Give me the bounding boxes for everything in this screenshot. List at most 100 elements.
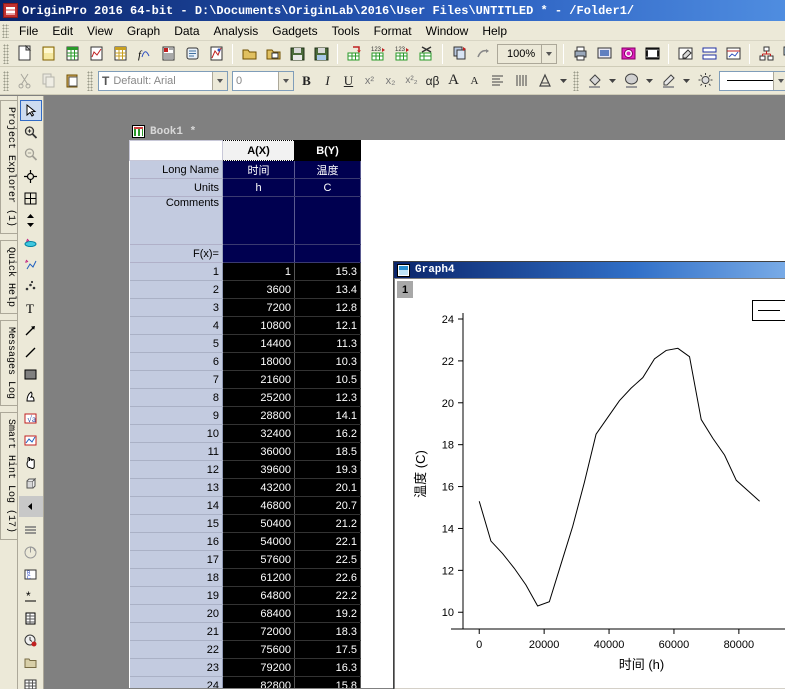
new-excel-icon[interactable]: [205, 43, 227, 65]
chevron-down-icon[interactable]: [644, 70, 655, 92]
asterisk-tool-icon[interactable]: *: [20, 586, 42, 607]
cell-b[interactable]: 22.2: [294, 586, 361, 605]
arrow-tool-icon[interactable]: [20, 320, 42, 341]
zoom-in-tool-icon[interactable]: [20, 122, 42, 143]
row-number[interactable]: 10: [129, 424, 223, 443]
cell-b[interactable]: 19.3: [294, 460, 361, 479]
row-number[interactable]: 7: [129, 370, 223, 389]
row-number[interactable]: 23: [129, 658, 223, 677]
table-row[interactable]: 9 28800 14.1: [129, 406, 361, 425]
zoom-in-icon[interactable]: [779, 43, 785, 65]
regional-mask-tool-icon[interactable]: [20, 276, 42, 297]
cell-a[interactable]: 36000: [222, 442, 295, 461]
super-subscript-button[interactable]: x²₂: [401, 70, 422, 91]
table-row[interactable]: 16 54000 22.1: [129, 532, 361, 551]
cell-a[interactable]: 7200: [222, 298, 295, 317]
table-row[interactable]: 19 64800 22.2: [129, 586, 361, 605]
menu-graph[interactable]: Graph: [120, 22, 167, 40]
project-explorer-tab[interactable]: Project Explorer (1): [0, 100, 17, 235]
3d-rotate-tool-icon[interactable]: [20, 474, 42, 495]
copy-icon[interactable]: [37, 70, 59, 92]
new-notes-icon[interactable]: [181, 43, 203, 65]
layer-management-icon[interactable]: [755, 43, 777, 65]
table-row[interactable]: 18 61200 22.6: [129, 568, 361, 587]
cell-a[interactable]: 1: [222, 262, 295, 281]
table-row[interactable]: 10 32400 16.2: [129, 424, 361, 443]
cell-a[interactable]: 14400: [222, 334, 295, 353]
hand-tool-icon[interactable]: [20, 452, 42, 473]
fill-color-button[interactable]: [583, 70, 605, 92]
units-b[interactable]: C: [294, 178, 361, 197]
column-header-b[interactable]: B(Y): [294, 140, 361, 161]
cell-a[interactable]: 68400: [222, 604, 295, 623]
chevron-down-icon[interactable]: [541, 44, 556, 63]
expand-panel-icon[interactable]: [18, 496, 43, 517]
table-row[interactable]: 24 82800 15.8: [129, 676, 361, 688]
column-header-a[interactable]: A(X): [222, 140, 295, 161]
save-template-icon[interactable]: [310, 43, 332, 65]
import-wizard-icon[interactable]: [343, 43, 365, 65]
table-row[interactable]: 21 72000 18.3: [129, 622, 361, 641]
print-preview-icon[interactable]: [593, 43, 615, 65]
row-number[interactable]: 14: [129, 496, 223, 515]
cell-b[interactable]: 17.5: [294, 640, 361, 659]
fx-a[interactable]: [222, 244, 295, 263]
row-number[interactable]: 1: [129, 262, 223, 281]
cell-b[interactable]: 16.2: [294, 424, 361, 443]
menu-data[interactable]: Data: [167, 22, 206, 40]
data-highlighter-tool-icon[interactable]: [20, 232, 42, 253]
cell-a[interactable]: 61200: [222, 568, 295, 587]
rectangle-tool-icon[interactable]: [20, 364, 42, 385]
cell-b[interactable]: 13.4: [294, 280, 361, 299]
row-number[interactable]: 17: [129, 550, 223, 569]
cell-b[interactable]: 21.2: [294, 514, 361, 533]
line-style-combo[interactable]: [719, 70, 785, 91]
row-number[interactable]: 15: [129, 514, 223, 533]
superscript-button[interactable]: x²: [359, 70, 380, 91]
row-number[interactable]: 21: [129, 622, 223, 641]
cell-b[interactable]: 20.7: [294, 496, 361, 515]
align-button[interactable]: [486, 70, 508, 92]
new-graph-icon[interactable]: [85, 43, 107, 65]
data-reader-tool-icon[interactable]: [20, 166, 42, 187]
cell-a[interactable]: 46800: [222, 496, 295, 515]
cell-a[interactable]: 18000: [222, 352, 295, 371]
cell-a[interactable]: 54000: [222, 532, 295, 551]
table-row[interactable]: 8 25200 12.3: [129, 388, 361, 407]
row-number[interactable]: 11: [129, 442, 223, 461]
font-color-button[interactable]: [534, 70, 556, 92]
cell-a[interactable]: 10800: [222, 316, 295, 335]
toolbar-grip[interactable]: [3, 43, 9, 64]
open-excel-icon[interactable]: [262, 43, 284, 65]
row-number[interactable]: 24: [129, 676, 223, 688]
cell-b[interactable]: 15.3: [294, 262, 361, 281]
table-row[interactable]: 13 43200 20.1: [129, 478, 361, 497]
cell-a[interactable]: 25200: [222, 388, 295, 407]
table-row[interactable]: 5 14400 11.3: [129, 334, 361, 353]
corner-header[interactable]: [129, 140, 223, 161]
comments-b[interactable]: [294, 196, 361, 245]
row-number[interactable]: 2: [129, 280, 223, 299]
row-number[interactable]: 13: [129, 478, 223, 497]
cell-a[interactable]: 21600: [222, 370, 295, 389]
cell-a[interactable]: 3600: [222, 280, 295, 299]
open-project-icon[interactable]: [238, 43, 260, 65]
font-size-combo[interactable]: 0: [232, 70, 294, 91]
comments-a[interactable]: [222, 196, 295, 245]
save-project-icon[interactable]: [286, 43, 308, 65]
table-row[interactable]: 12 39600 19.3: [129, 460, 361, 479]
sqrt-tool-icon[interactable]: √a: [20, 408, 42, 429]
underline-button[interactable]: U: [338, 70, 359, 91]
lines-tool-icon[interactable]: [20, 520, 42, 541]
new-workbook-icon[interactable]: [61, 43, 83, 65]
cell-b[interactable]: 10.3: [294, 352, 361, 371]
menu-help[interactable]: Help: [475, 22, 514, 40]
table-row[interactable]: 11 36000 18.5: [129, 442, 361, 461]
cell-a[interactable]: 75600: [222, 640, 295, 659]
menu-view[interactable]: View: [80, 22, 120, 40]
text-tool-icon[interactable]: T: [20, 298, 42, 319]
line-color-button[interactable]: [657, 70, 679, 92]
smart-hint-log-tab[interactable]: Smart Hint Log (17): [0, 412, 17, 541]
cell-b[interactable]: 22.1: [294, 532, 361, 551]
cell-b[interactable]: 20.1: [294, 478, 361, 497]
